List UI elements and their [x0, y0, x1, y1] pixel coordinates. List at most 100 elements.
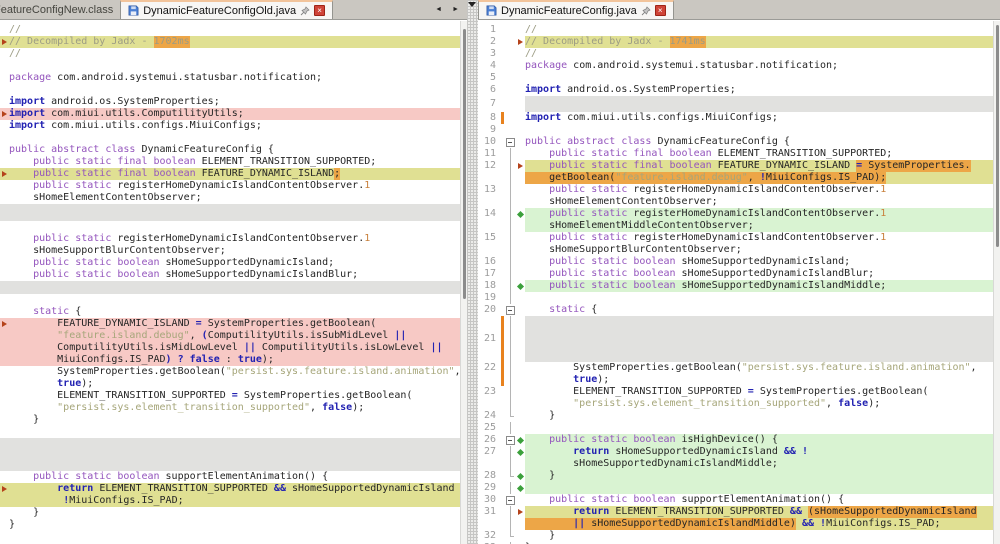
line-number: 24	[478, 410, 500, 422]
line-number: 5	[478, 72, 500, 84]
line-number: 4	[478, 60, 500, 72]
code-line: 16 public static boolean sHomeSupportedD…	[478, 256, 993, 268]
code-line: 32 }	[478, 530, 993, 542]
code-line: 26 public static boolean isHighDevice() …	[478, 434, 993, 446]
tab-label: DynamicFeatureConfig.java	[501, 5, 637, 17]
fold-guide	[505, 220, 516, 232]
line-number: 20	[478, 304, 500, 316]
line-number: 7	[478, 98, 500, 110]
tab-dynamicfeatureconfig[interactable]: DynamicFeatureConfig.java ×	[478, 0, 674, 19]
fold-toggle-icon[interactable]	[505, 494, 516, 506]
code-text	[9, 438, 460, 471]
code-line: 24 }	[478, 410, 993, 422]
code-text: package com.android.systemui.statusbar.n…	[525, 60, 993, 72]
code-line: 19	[478, 292, 993, 304]
code-line: getBoolean("feature.island.debug", !Miui…	[478, 172, 993, 184]
fold-guide	[505, 172, 516, 184]
fold-toggle-icon[interactable]	[505, 136, 516, 148]
code-text: //	[9, 24, 460, 36]
fold-guide	[505, 482, 516, 494]
code-line	[0, 84, 460, 96]
code-line: ComputilityUtils.isMidLowLevel || Comput…	[0, 342, 460, 354]
code-text: true);	[9, 378, 460, 390]
fold-guide	[505, 72, 516, 84]
code-line: "feature.island.debug", (ComputilityUtil…	[0, 330, 460, 342]
fold-guide	[505, 232, 516, 244]
code-text: }	[9, 414, 460, 426]
code-line: 27 return sHomeSupportedDynamicIsland &&…	[478, 446, 993, 458]
tab-scroll-buttons: ◄ ►	[431, 0, 467, 19]
code-text: //	[525, 48, 993, 60]
fold-guide	[505, 48, 516, 60]
code-line: // Decompiled by Jadx - 1702ms	[0, 36, 460, 48]
close-icon[interactable]: ×	[655, 5, 666, 16]
code-line	[0, 221, 460, 233]
code-line: 14 public static registerHomeDynamicIsla…	[478, 208, 993, 220]
right-scrollbar-thumb[interactable]	[996, 25, 999, 247]
code-line: 3 //	[478, 48, 993, 60]
fold-guide	[505, 374, 516, 386]
fold-toggle-icon[interactable]	[505, 304, 516, 316]
code-text: true);	[525, 374, 993, 386]
code-text: public static boolean isHighDevice() {	[525, 434, 993, 446]
fold-guide	[505, 36, 516, 48]
diff-marker-red-icon	[516, 163, 525, 169]
left-scrollbar[interactable]	[460, 21, 467, 544]
line-number: 30	[478, 494, 500, 506]
code-text: import android.os.SystemProperties;	[525, 84, 993, 96]
code-line: 11 public static final boolean ELEMENT_T…	[478, 148, 993, 160]
fold-guide	[505, 244, 516, 256]
code-text: static {	[9, 306, 460, 318]
code-text: "persist.sys.element_transition_supporte…	[9, 402, 460, 414]
code-text: import com.miui.utils.ComputilityUtils;	[9, 108, 460, 120]
tab-dynamicfeatureconfigold[interactable]: DynamicFeatureConfigOld.java ×	[120, 0, 333, 19]
close-icon[interactable]: ×	[314, 5, 325, 16]
code-line: 25	[478, 422, 993, 434]
code-text	[525, 96, 993, 112]
code-text	[525, 316, 993, 362]
tab-scroll-right-icon[interactable]: ►	[448, 4, 463, 16]
diff-marker-green-icon	[516, 212, 525, 217]
code-text: public abstract class DynamicFeatureConf…	[9, 144, 460, 156]
left-editor-pane: FeatureConfigNew.class DynamicFeatureCon…	[0, 0, 467, 544]
line-number: 31	[478, 506, 500, 518]
pin-icon[interactable]	[641, 6, 651, 16]
code-text	[525, 292, 993, 304]
tab-scroll-left-icon[interactable]: ◄	[431, 4, 446, 16]
line-number: 3	[478, 48, 500, 60]
code-text: package com.android.systemui.statusbar.n…	[9, 72, 460, 84]
fold-guide	[505, 84, 516, 96]
left-scrollbar-thumb[interactable]	[463, 29, 466, 299]
line-number: 2	[478, 36, 500, 48]
code-text: public static boolean sHomeSupportedDyna…	[525, 280, 993, 292]
line-number: 8	[478, 112, 500, 124]
fold-guide	[505, 410, 516, 422]
code-line: public static final boolean ELEMENT_TRAN…	[0, 156, 460, 168]
code-text	[9, 60, 460, 72]
diff-compare-view: FeatureConfigNew.class DynamicFeatureCon…	[0, 0, 1000, 544]
code-line: true);	[478, 374, 993, 386]
diff-marker-green-icon	[516, 438, 525, 443]
code-text: static {	[525, 304, 993, 316]
diff-marker-red-icon	[0, 486, 9, 492]
code-text: public static registerHomeDynamicIslandC…	[9, 233, 460, 245]
code-text: }	[525, 410, 993, 422]
fold-guide	[505, 506, 516, 518]
code-line: 31 return ELEMENT_TRANSITION_SUPPORTED &…	[478, 506, 993, 518]
splitter-collapse-icon[interactable]	[468, 2, 476, 7]
code-line: SystemProperties.getBoolean("persist.sys…	[0, 366, 460, 378]
right-editor-pane: DynamicFeatureConfig.java × 1//2// Decom…	[478, 0, 1000, 544]
code-text: MiuiConfigs.IS_PAD) ? false : true);	[9, 354, 460, 366]
code-line	[0, 294, 460, 306]
pin-icon[interactable]	[300, 6, 310, 16]
pane-splitter[interactable]	[467, 0, 478, 544]
code-text: public static registerHomeDynamicIslandC…	[525, 232, 993, 244]
tab-featureconfignew[interactable]: FeatureConfigNew.class	[0, 0, 120, 19]
code-text: public abstract class DynamicFeatureConf…	[525, 136, 993, 148]
fold-guide	[505, 160, 516, 172]
code-line: "persist.sys.element_transition_supporte…	[478, 398, 993, 410]
right-scrollbar[interactable]	[993, 21, 1000, 544]
code-line: 15 public static registerHomeDynamicIsla…	[478, 232, 993, 244]
fold-toggle-icon[interactable]	[505, 434, 516, 446]
fold-guide	[505, 530, 516, 542]
